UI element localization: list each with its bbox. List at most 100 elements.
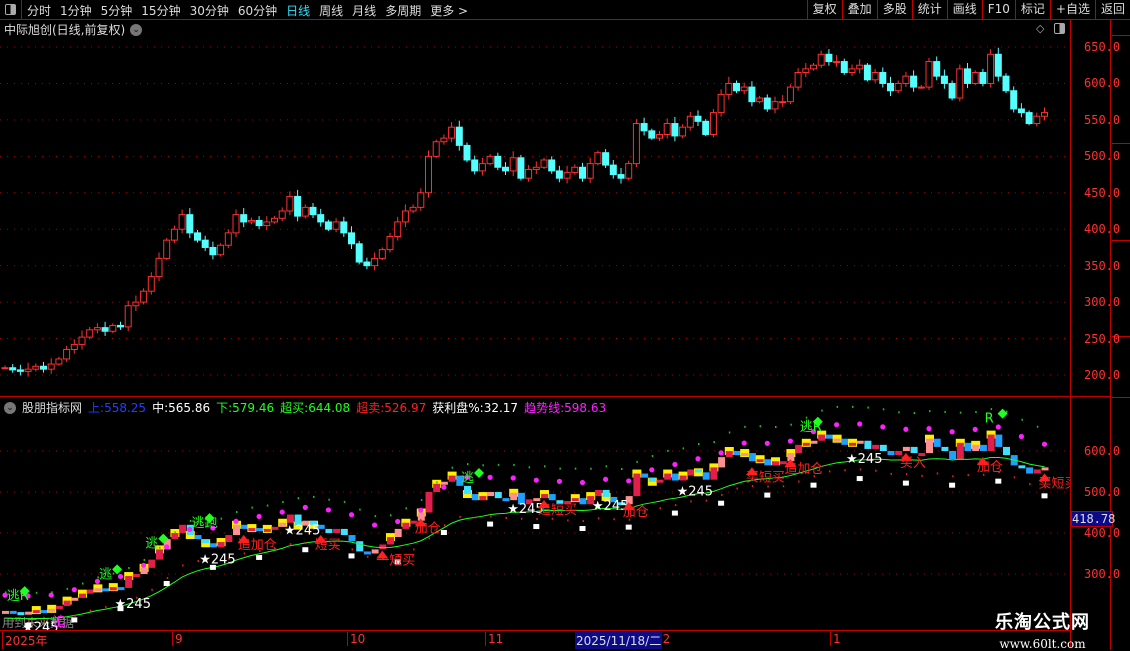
indicator-candle (94, 588, 102, 592)
indicator-candle (387, 537, 394, 545)
candle-body (548, 159, 556, 172)
oversold-dot (798, 480, 800, 483)
candle-body (756, 97, 764, 103)
price-tick: 200.0 (1084, 368, 1121, 382)
oversold-dot (967, 474, 969, 477)
oversold-dot (690, 500, 692, 503)
candle-body (401, 210, 409, 223)
overbought-dot (405, 507, 407, 510)
candle-body (987, 53, 995, 84)
overbought-dot (390, 514, 392, 517)
candle-body (602, 152, 610, 166)
marker-square (856, 476, 863, 482)
candle-body (201, 239, 209, 248)
candle-body (16, 369, 24, 372)
overbought-dot (236, 511, 238, 514)
indicator-candle (756, 459, 764, 463)
candle-body (579, 166, 586, 179)
candle-body (1017, 108, 1025, 114)
overbought-dot (852, 405, 854, 408)
oversold-dot (905, 473, 908, 476)
indicator-candle (648, 477, 656, 482)
date-tick: 11 (485, 632, 503, 646)
trend-dot (741, 440, 747, 446)
overbought-dot (328, 498, 330, 501)
overbought-dot (667, 449, 669, 452)
indicator-candle (356, 541, 364, 552)
toolbar-button[interactable]: 返回 (1094, 0, 1130, 19)
candle-body (232, 214, 240, 234)
overbought-dot (882, 408, 885, 411)
indicator-candle (902, 446, 910, 451)
overbought-dot (436, 481, 438, 484)
indicator-tick: 400.0 (1084, 526, 1121, 540)
candle-body (979, 72, 987, 84)
indicator-candle (363, 551, 371, 555)
indicator-candle (548, 494, 556, 501)
indicator-candle (487, 492, 495, 497)
candle-body (740, 86, 748, 92)
indicator-candle (209, 543, 217, 548)
overbought-dot (621, 467, 623, 470)
trend-dot (903, 426, 909, 432)
candle-body (702, 120, 710, 135)
overbought-dot (544, 465, 546, 468)
overbought-dot (744, 425, 746, 428)
indicator-candle (502, 498, 510, 502)
oversold-dot (890, 472, 892, 475)
oversold-dot (859, 468, 862, 471)
overbought-dot (528, 466, 531, 469)
trend-dot (649, 467, 655, 473)
candle-body (694, 115, 702, 122)
candle-body (617, 174, 625, 179)
price-tick: 550.0 (1084, 112, 1121, 127)
trend-dot (603, 476, 609, 482)
candle-body (1041, 112, 1048, 117)
signal-label: R (985, 412, 994, 427)
candle-body (132, 301, 140, 307)
oversold-dot (582, 520, 584, 523)
candle-body (24, 368, 32, 372)
trend-dot (764, 440, 770, 446)
candle-body (940, 75, 948, 84)
indicator-candle (256, 528, 264, 532)
oversold-dot (782, 485, 785, 488)
candle-body (109, 324, 117, 332)
marker-square (764, 492, 771, 498)
candle-body (717, 93, 725, 114)
candle-body (217, 244, 225, 256)
candle-body (640, 123, 648, 132)
candle-body (317, 214, 325, 223)
oversold-dot (721, 493, 723, 496)
trend-dot (1018, 433, 1024, 440)
overbought-dot (451, 466, 454, 469)
candle-body (879, 72, 887, 84)
oversold-dot (428, 537, 430, 540)
indicator-tick: 500.0 (1084, 485, 1121, 499)
trend-dot (672, 461, 678, 468)
indicator-candle (348, 535, 356, 542)
candle-body (925, 61, 933, 88)
oversold-dot (567, 519, 569, 522)
candle-body (779, 101, 787, 104)
oversold-dot (459, 515, 461, 518)
candle-body (609, 164, 617, 176)
indicator-candle (664, 473, 672, 480)
oversold-dot (875, 469, 877, 472)
indicator-candle (140, 567, 148, 574)
candle-body (763, 97, 771, 110)
overbought-dot (574, 467, 577, 470)
trend-dot (510, 475, 516, 481)
oversold-dot (536, 518, 538, 521)
chart-canvas[interactable]: 逃R★245追逃★245逃逃跑★245追加仓★245短买一短买加仓逃★245追短… (0, 0, 1070, 630)
overbought-dot (559, 467, 561, 470)
overbought-dot (959, 411, 962, 414)
overbought-dot (805, 416, 808, 419)
candle-body (725, 82, 733, 95)
indicator-candle (833, 438, 841, 442)
candle-body (1, 367, 9, 370)
candle-body (810, 64, 817, 70)
indicator-candle (702, 472, 710, 480)
candle-body (964, 68, 971, 84)
oversold-dot (751, 485, 754, 488)
